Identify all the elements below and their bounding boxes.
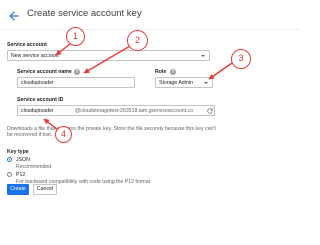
service-account-id-input[interactable]: cloudupioader @cloudstoragetest-263518.i… [17,105,215,116]
annotation-arrows [43,43,233,131]
service-account-id-label: Service account ID [17,97,64,103]
service-account-label: Service account [7,42,47,48]
service-account-selected: New service account [11,52,59,59]
service-account-name-label: Service account name [17,69,72,75]
cancel-button[interactable]: Cancel [33,184,57,195]
option-json-label: JSON [16,157,30,163]
radio-json[interactable] [7,157,12,162]
service-account-name-value: cloudupioader [21,79,54,86]
service-account-name-input[interactable]: cloudupioader [17,77,135,88]
service-account-id-suffix: @cloudstoragetest-263518.iam.gserviceacc… [75,107,194,114]
service-account-select[interactable]: New service account [7,50,210,61]
download-note-line2: be recovered if lost. [7,132,53,138]
annotation-4: 4 [55,126,72,143]
dialog-header: Create service account key [0,0,300,30]
option-p12-label: P12 [16,172,26,178]
arrow-left-icon[interactable] [7,9,21,23]
key-type-label: Key type [7,149,29,155]
create-button[interactable]: Create [7,184,29,195]
role-label: Role [155,69,167,75]
annotation-3: 3 [231,49,251,69]
role-select[interactable]: Storage Admin [155,77,213,88]
radio-p12[interactable] [7,172,12,177]
service-account-id-value: cloudupioader [21,107,54,114]
help-icon[interactable]: ? [74,68,80,75]
chevron-down-icon [204,81,208,84]
role-selected: Storage Admin [159,79,194,86]
annotation-1: 1 [66,27,85,46]
annotation-2: 2 [127,30,148,51]
option-json-sub: Recommended [16,164,52,170]
refresh-icon[interactable] [206,107,214,115]
page-title: Create service account key [27,8,142,19]
chevron-down-icon [201,54,205,57]
help-icon[interactable]: ? [170,68,176,75]
